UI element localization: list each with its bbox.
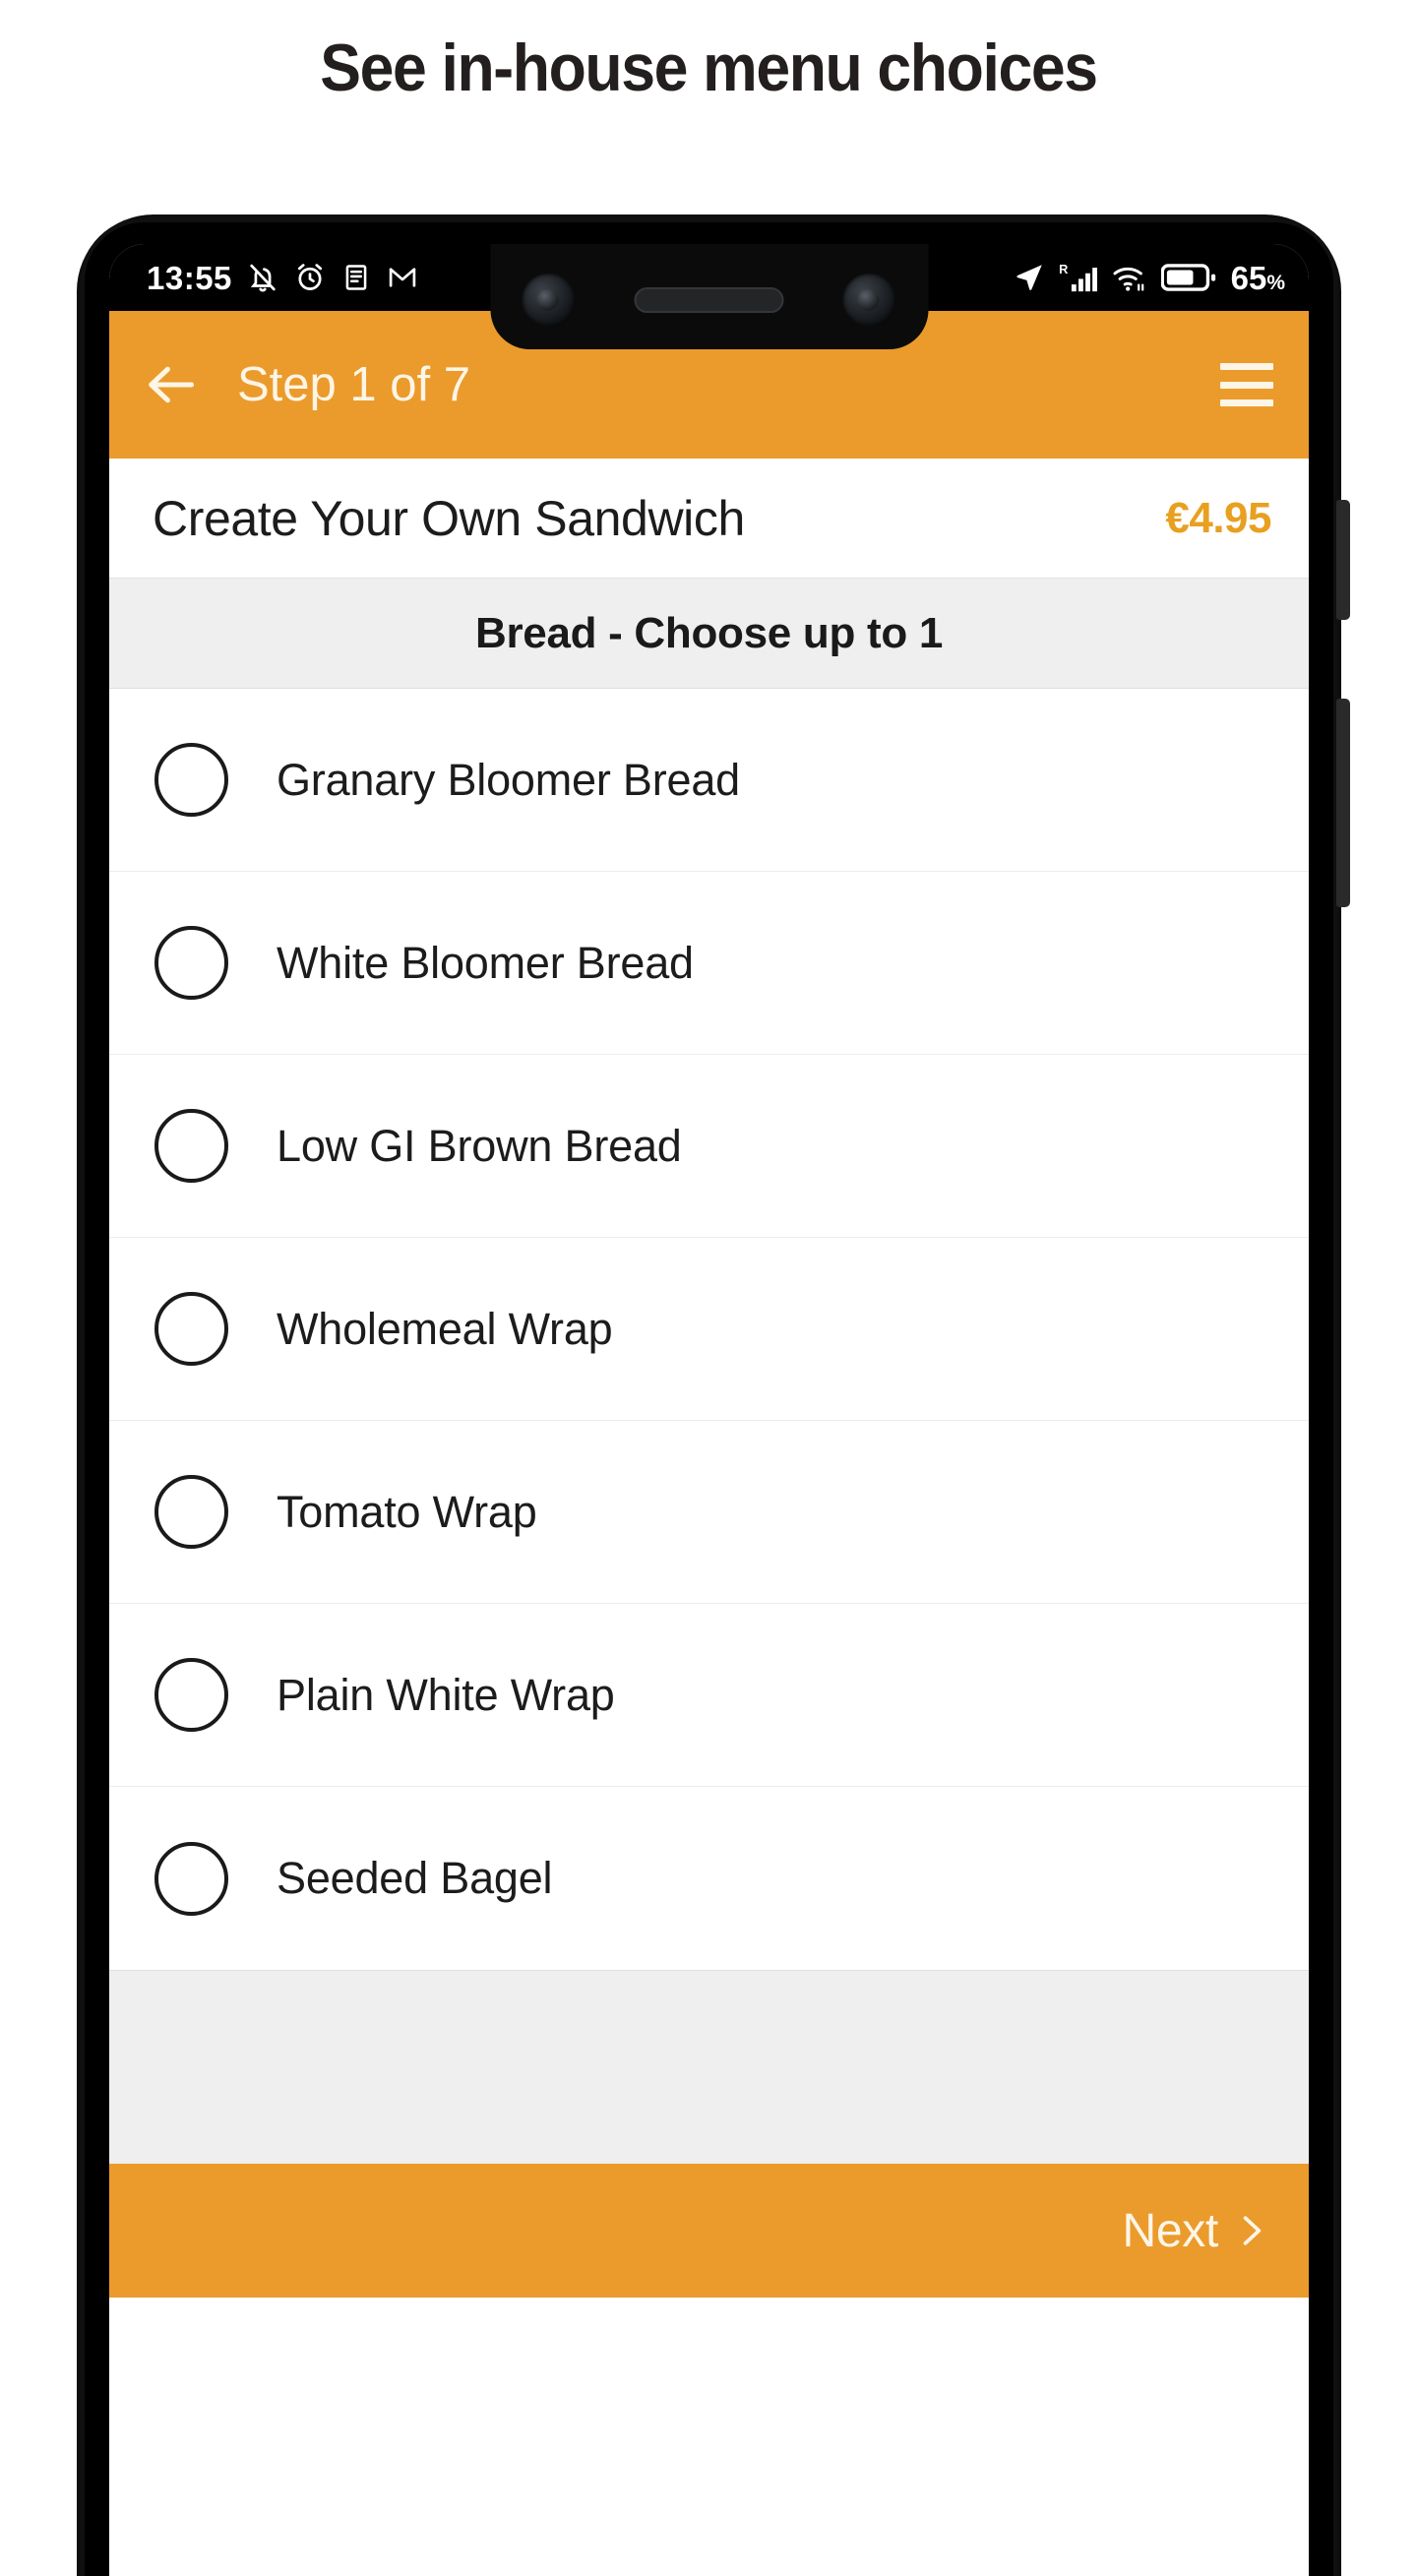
option-label: Tomato Wrap (277, 1486, 537, 1537)
list-empty-space (109, 1970, 1309, 2164)
option-label: Granary Bloomer Bread (277, 754, 741, 805)
svg-text:R: R (1059, 262, 1068, 276)
phone-device-frame: 13:55 R 65% Step 1 of 7 Create Your Own … (77, 215, 1350, 2576)
list-item[interactable]: Seeded Bagel (109, 1787, 1309, 1970)
hamburger-line-1 (1220, 363, 1273, 370)
list-item[interactable]: White Bloomer Bread (109, 872, 1309, 1055)
option-label: Low GI Brown Bread (277, 1120, 682, 1171)
option-list: Granary Bloomer Bread White Bloomer Brea… (109, 689, 1309, 1970)
notifications-muted-icon (250, 264, 276, 292)
radio-button-icon[interactable] (154, 1658, 228, 1732)
display-notch (490, 244, 928, 349)
status-bar-clock: 13:55 (147, 259, 232, 296)
list-item[interactable]: Plain White Wrap (109, 1604, 1309, 1787)
option-label: Plain White Wrap (277, 1669, 615, 1720)
status-bar-right-group: R 65% (1013, 261, 1285, 294)
front-camera-right-icon (842, 273, 896, 327)
page-headline: See in-house menu choices (320, 31, 1098, 105)
app-bar-title: Step 1 of 7 (237, 358, 471, 411)
product-title-row: Create Your Own Sandwich €4.95 (109, 459, 1309, 579)
radio-button-icon[interactable] (154, 743, 228, 817)
roaming-signal-icon: R (1059, 262, 1097, 292)
chevron-right-glyph (1243, 2216, 1262, 2245)
arrow-left-icon (149, 366, 195, 403)
option-label: Seeded Bagel (277, 1853, 553, 1903)
list-item[interactable]: Wholemeal Wrap (109, 1238, 1309, 1421)
power-button[interactable] (1336, 500, 1350, 620)
back-button[interactable] (141, 354, 202, 415)
option-label: Wholemeal Wrap (277, 1303, 613, 1354)
volume-rocker-button[interactable] (1336, 699, 1350, 907)
section-header: Bread - Choose up to 1 (109, 579, 1309, 689)
product-price: €4.95 (1165, 493, 1271, 542)
hamburger-menu-icon[interactable] (1220, 363, 1273, 406)
next-button-label[interactable]: Next (1123, 2204, 1219, 2258)
location-arrow-icon (1017, 265, 1042, 290)
hamburger-line-2 (1220, 381, 1273, 389)
battery-percent-label: 65% (1231, 262, 1285, 294)
earpiece-speaker (634, 286, 784, 313)
wifi-icon (1113, 267, 1143, 291)
radio-button-icon[interactable] (154, 926, 228, 1000)
radio-button-icon[interactable] (154, 1292, 228, 1366)
battery-percent-symbol: % (1266, 271, 1285, 294)
list-item[interactable]: Low GI Brown Bread (109, 1055, 1309, 1238)
battery-icon (1160, 264, 1215, 291)
alarm-clock-icon (297, 264, 323, 290)
product-name: Create Your Own Sandwich (153, 490, 745, 546)
notes-icon (345, 265, 367, 290)
phone-screen: 13:55 R 65% Step 1 of 7 Create Your Own … (109, 244, 1309, 2576)
option-label: White Bloomer Bread (277, 937, 694, 988)
chevron-right-icon[interactable] (1236, 2209, 1267, 2252)
hamburger-line-3 (1220, 399, 1273, 406)
gmail-icon (389, 268, 416, 287)
list-item[interactable]: Tomato Wrap (109, 1421, 1309, 1604)
radio-button-icon[interactable] (154, 1109, 228, 1183)
status-bar-left-group: 13:55 (147, 261, 419, 294)
battery-percent-value: 65 (1230, 259, 1267, 296)
section-header-label: Bread - Choose up to 1 (475, 608, 943, 657)
status-bar: 13:55 R 65% (109, 244, 1309, 349)
list-item[interactable]: Granary Bloomer Bread (109, 689, 1309, 872)
front-camera-left-icon (522, 273, 576, 327)
radio-button-icon[interactable] (154, 1841, 228, 1916)
radio-button-icon[interactable] (154, 1475, 228, 1549)
footer-bar: Next (109, 2164, 1309, 2298)
